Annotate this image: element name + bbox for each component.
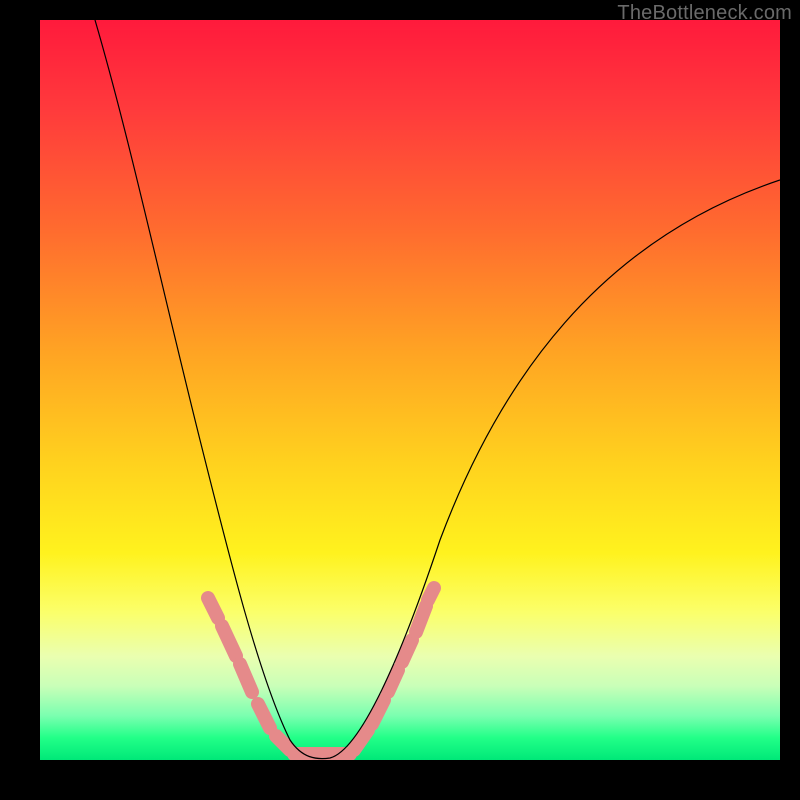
chart-stage: TheBottleneck.com — [0, 0, 800, 800]
marker-left-3 — [240, 664, 252, 692]
v-curve — [95, 20, 780, 759]
marker-left-1 — [208, 598, 218, 618]
marker-right-1 — [354, 730, 368, 750]
marker-right-4 — [402, 640, 412, 662]
marker-right-2 — [372, 700, 384, 724]
curve-svg — [40, 20, 780, 760]
marker-left-4 — [258, 704, 270, 728]
marker-right-6 — [428, 588, 434, 600]
plot-area — [40, 20, 780, 760]
marker-group — [208, 588, 434, 754]
marker-right-5 — [416, 606, 426, 632]
marker-left-2 — [222, 626, 236, 656]
marker-left-5 — [276, 736, 290, 750]
